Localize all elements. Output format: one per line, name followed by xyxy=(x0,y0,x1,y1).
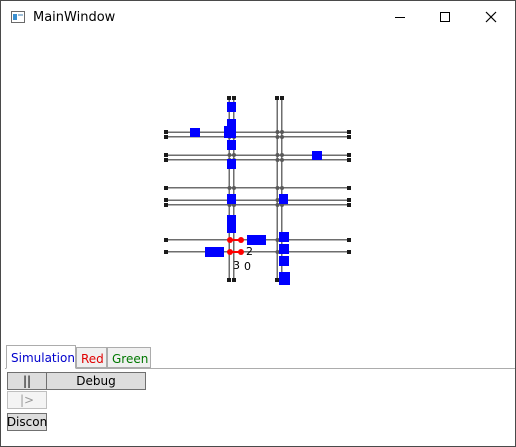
vehicle xyxy=(227,159,236,169)
tab-label: Red xyxy=(81,352,104,366)
intersection-label: 2 xyxy=(246,245,253,258)
intersection-label: 0 xyxy=(244,260,251,273)
tab-label: Green xyxy=(112,352,149,366)
vehicle xyxy=(227,194,236,204)
traffic-scene: 2 3 0 xyxy=(164,96,351,285)
vehicle xyxy=(279,194,288,204)
vehicle xyxy=(227,140,236,150)
tab-simulation[interactable]: Simulation xyxy=(6,345,76,369)
tab-green[interactable]: Green xyxy=(107,347,151,368)
pause-button[interactable]: || xyxy=(7,372,47,390)
tab-red[interactable]: Red xyxy=(76,347,107,368)
horizontal-roads xyxy=(167,131,349,253)
vehicle xyxy=(279,272,290,285)
vehicle xyxy=(279,244,289,254)
vehicle xyxy=(279,256,289,266)
vehicle xyxy=(227,102,236,112)
road-endcaps xyxy=(164,96,351,282)
vehicle xyxy=(279,232,289,242)
simulation-panel: || Debug |> Discon xyxy=(5,368,515,446)
vehicle xyxy=(227,215,236,233)
vehicle xyxy=(205,247,224,257)
intersection-label: 3 xyxy=(233,259,240,272)
disconnect-button[interactable]: Discon xyxy=(7,413,47,431)
vehicle xyxy=(247,235,266,245)
main-window: MainWindow 2 3 0 Simulation Red Green ||… xyxy=(0,0,516,447)
tab-label: Simulation xyxy=(11,351,75,365)
vehicle xyxy=(224,126,236,138)
debug-button[interactable]: Debug xyxy=(46,372,146,390)
vehicle xyxy=(190,128,200,137)
vehicle xyxy=(312,151,322,160)
vehicles xyxy=(190,102,322,285)
step-button[interactable]: |> xyxy=(7,391,47,409)
